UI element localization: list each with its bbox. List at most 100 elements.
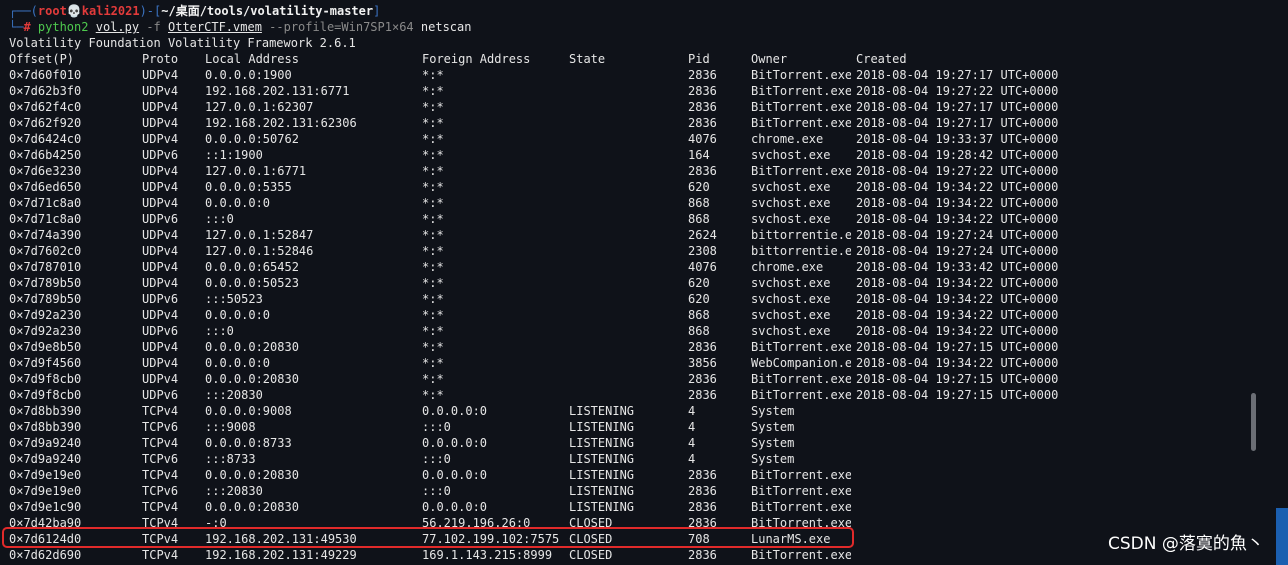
cell-owner: svchost.exe [751,276,831,290]
cell-proto: UDPv4 [142,372,179,386]
cell-pid: 4076 [688,260,717,274]
cmd-plugin: netscan [420,20,472,34]
cell-pid: 3856 [688,356,717,370]
cell-proto: UDPv6 [142,324,179,338]
cell-offset: 0×7d62f920 [9,116,82,130]
cell-foreign-address: *:* [422,356,444,370]
cell-state: LISTENING [569,500,635,514]
cell-created: 2018-08-04 19:33:42 UTC+0000 [856,260,1059,274]
cell-foreign-address: *:* [422,388,444,402]
cell-local-address: 0.0.0.0:65452 [205,260,299,274]
cell-created: 2018-08-04 19:33:37 UTC+0000 [856,132,1059,146]
scrollbar-thumb[interactable] [1251,393,1256,451]
cell-pid: 2836 [688,164,717,178]
table-row: 0×7d92a230 UDPv4 0.0.0.0:0 *:* 868 svchost.ex… [0,307,1288,323]
cell-foreign-address: *:* [422,100,444,114]
cell-created: 2018-08-04 19:27:15 UTC+0000 [856,372,1059,386]
cell-foreign-address: *:* [422,276,444,290]
command-line[interactable]: └─# python2 vol.py -f OtterCTF.vmem --pr… [9,19,471,35]
table-row: 0×7d6424c0 UDPv4 0.0.0.0:50762 *:* 4076 chrom… [0,131,1288,147]
cell-proto: UDPv4 [142,100,179,114]
cell-owner: chrome.exe [751,260,824,274]
cell-foreign-address: 0.0.0.0:0 [422,404,488,418]
cell-created: 2018-08-04 19:27:24 UTC+0000 [856,244,1059,258]
cell-proto: UDPv4 [142,164,179,178]
terminal-window[interactable]: ┌──(root💀kali2021)-[~/桌面/tools/volatilit… [0,0,1288,565]
cell-proto: TCPv4 [142,468,179,482]
cell-foreign-address: :::0 [422,484,451,498]
table-row: 0×7d71c8a0 UDPv4 0.0.0.0:0 *:* 868 svchost.ex… [0,195,1288,211]
cell-owner: BitTorrent.exe [751,116,851,130]
cell-offset: 0×7d6e3230 [9,164,82,178]
table-row: 0×7d787010 UDPv4 0.0.0.0:65452 *:* 4076 chrom… [0,259,1288,275]
cell-local-address: 127.0.0.1:52846 [205,244,314,258]
cell-created: 2018-08-04 19:34:22 UTC+0000 [856,212,1059,226]
cell-offset: 0×7d9f8cb0 [9,388,82,402]
cell-owner: bittorrentie.exe [751,228,851,242]
cell-local-address: 0.0.0.0:50762 [205,132,299,146]
cell-local-address: :::20830 [205,388,263,402]
table-row: 0×7d6b4250 UDPv6::1:1900 *:* 164 svchost.exe… [0,147,1288,163]
cell-created: 2018-08-04 19:34:22 UTC+0000 [856,196,1059,210]
cell-local-address: 0.0.0.0:20830 [205,340,299,354]
cell-offset: 0×7d74a390 [9,228,82,242]
cell-owner: BitTorrent.exe [751,500,851,514]
cell-proto: UDPv6 [142,292,179,306]
cell-foreign-address: 169.1.143.215:8999 [422,548,553,562]
cell-offset: 0×7d71c8a0 [9,196,82,210]
cell-created: 2018-08-04 19:27:17 UTC+0000 [856,100,1059,114]
cell-foreign-address: :::0 [422,452,451,466]
cell-proto: TCPv6 [142,452,179,466]
cell-offset: 0×7d9e8b50 [9,340,82,354]
cell-offset: 0×7d6ed650 [9,180,82,194]
cell-offset: 0×7d6b4250 [9,148,82,162]
cell-proto: UDPv4 [142,276,179,290]
header-offset: Offset(P) [9,52,75,66]
cell-proto: TCPv6 [142,420,179,434]
cell-proto: UDPv4 [142,132,179,146]
cell-owner: BitTorrent.exe [751,548,851,562]
cell-foreign-address: *:* [422,68,444,82]
cell-pid: 2836 [688,340,717,354]
cmd-profile: --profile=Win7SP1×64 [269,20,414,34]
cell-pid: 620 [688,180,710,194]
cell-pid: 4 [688,404,696,418]
cell-created: 2018-08-04 19:27:22 UTC+0000 [856,164,1059,178]
cell-foreign-address: *:* [422,132,444,146]
cell-proto: UDPv4 [142,228,179,242]
cell-owner: BitTorrent.exe [751,100,851,114]
cell-owner: svchost.exe [751,196,831,210]
cell-pid: 2836 [688,116,717,130]
cell-proto: UDPv6 [142,148,179,162]
cell-local-address: 0.0.0.0:0 [205,196,271,210]
highlight-box-lunarms-row [2,527,854,548]
cell-pid: 4 [688,420,696,434]
cell-local-address: 192.168.202.131:49229 [205,548,357,562]
cell-owner: BitTorrent.exe [751,164,851,178]
cell-local-address: 0.0.0.0:8733 [205,436,292,450]
prompt-separator: )-[ [139,4,162,18]
cell-foreign-address: *:* [422,372,444,386]
cell-owner: System [751,420,795,434]
cell-local-address: 0.0.0.0:5355 [205,180,292,194]
table-row: 0×7d789b50 UDPv6:::50523 *:* 620 svchost.exe… [0,291,1288,307]
cell-offset: 0×7d9f4560 [9,356,82,370]
cell-state: LISTENING [569,468,635,482]
cell-created: 2018-08-04 19:34:22 UTC+0000 [856,180,1059,194]
cell-owner: BitTorrent.exe [751,484,851,498]
cell-pid: 164 [688,148,710,162]
window-edge-strip [1276,508,1288,565]
cell-pid: 2836 [688,388,717,402]
cell-pid: 868 [688,212,710,226]
header-pid: Pid [688,52,710,66]
table-row: 0×7d60f010 UDPv4 0.0.0.0:1900 *:* 2836 BitTor… [0,67,1288,83]
cell-local-address: :::0 [205,324,234,338]
cell-created: 2018-08-04 19:28:42 UTC+0000 [856,148,1059,162]
cell-pid: 620 [688,276,710,290]
cell-state: LISTENING [569,436,635,450]
cell-local-address: 0.0.0.0:20830 [205,500,299,514]
cell-offset: 0×7d9e19e0 [9,468,82,482]
cell-offset: 0×7d8bb390 [9,404,82,418]
cell-offset: 0×7d62d690 [9,548,82,562]
cell-foreign-address: *:* [422,260,444,274]
